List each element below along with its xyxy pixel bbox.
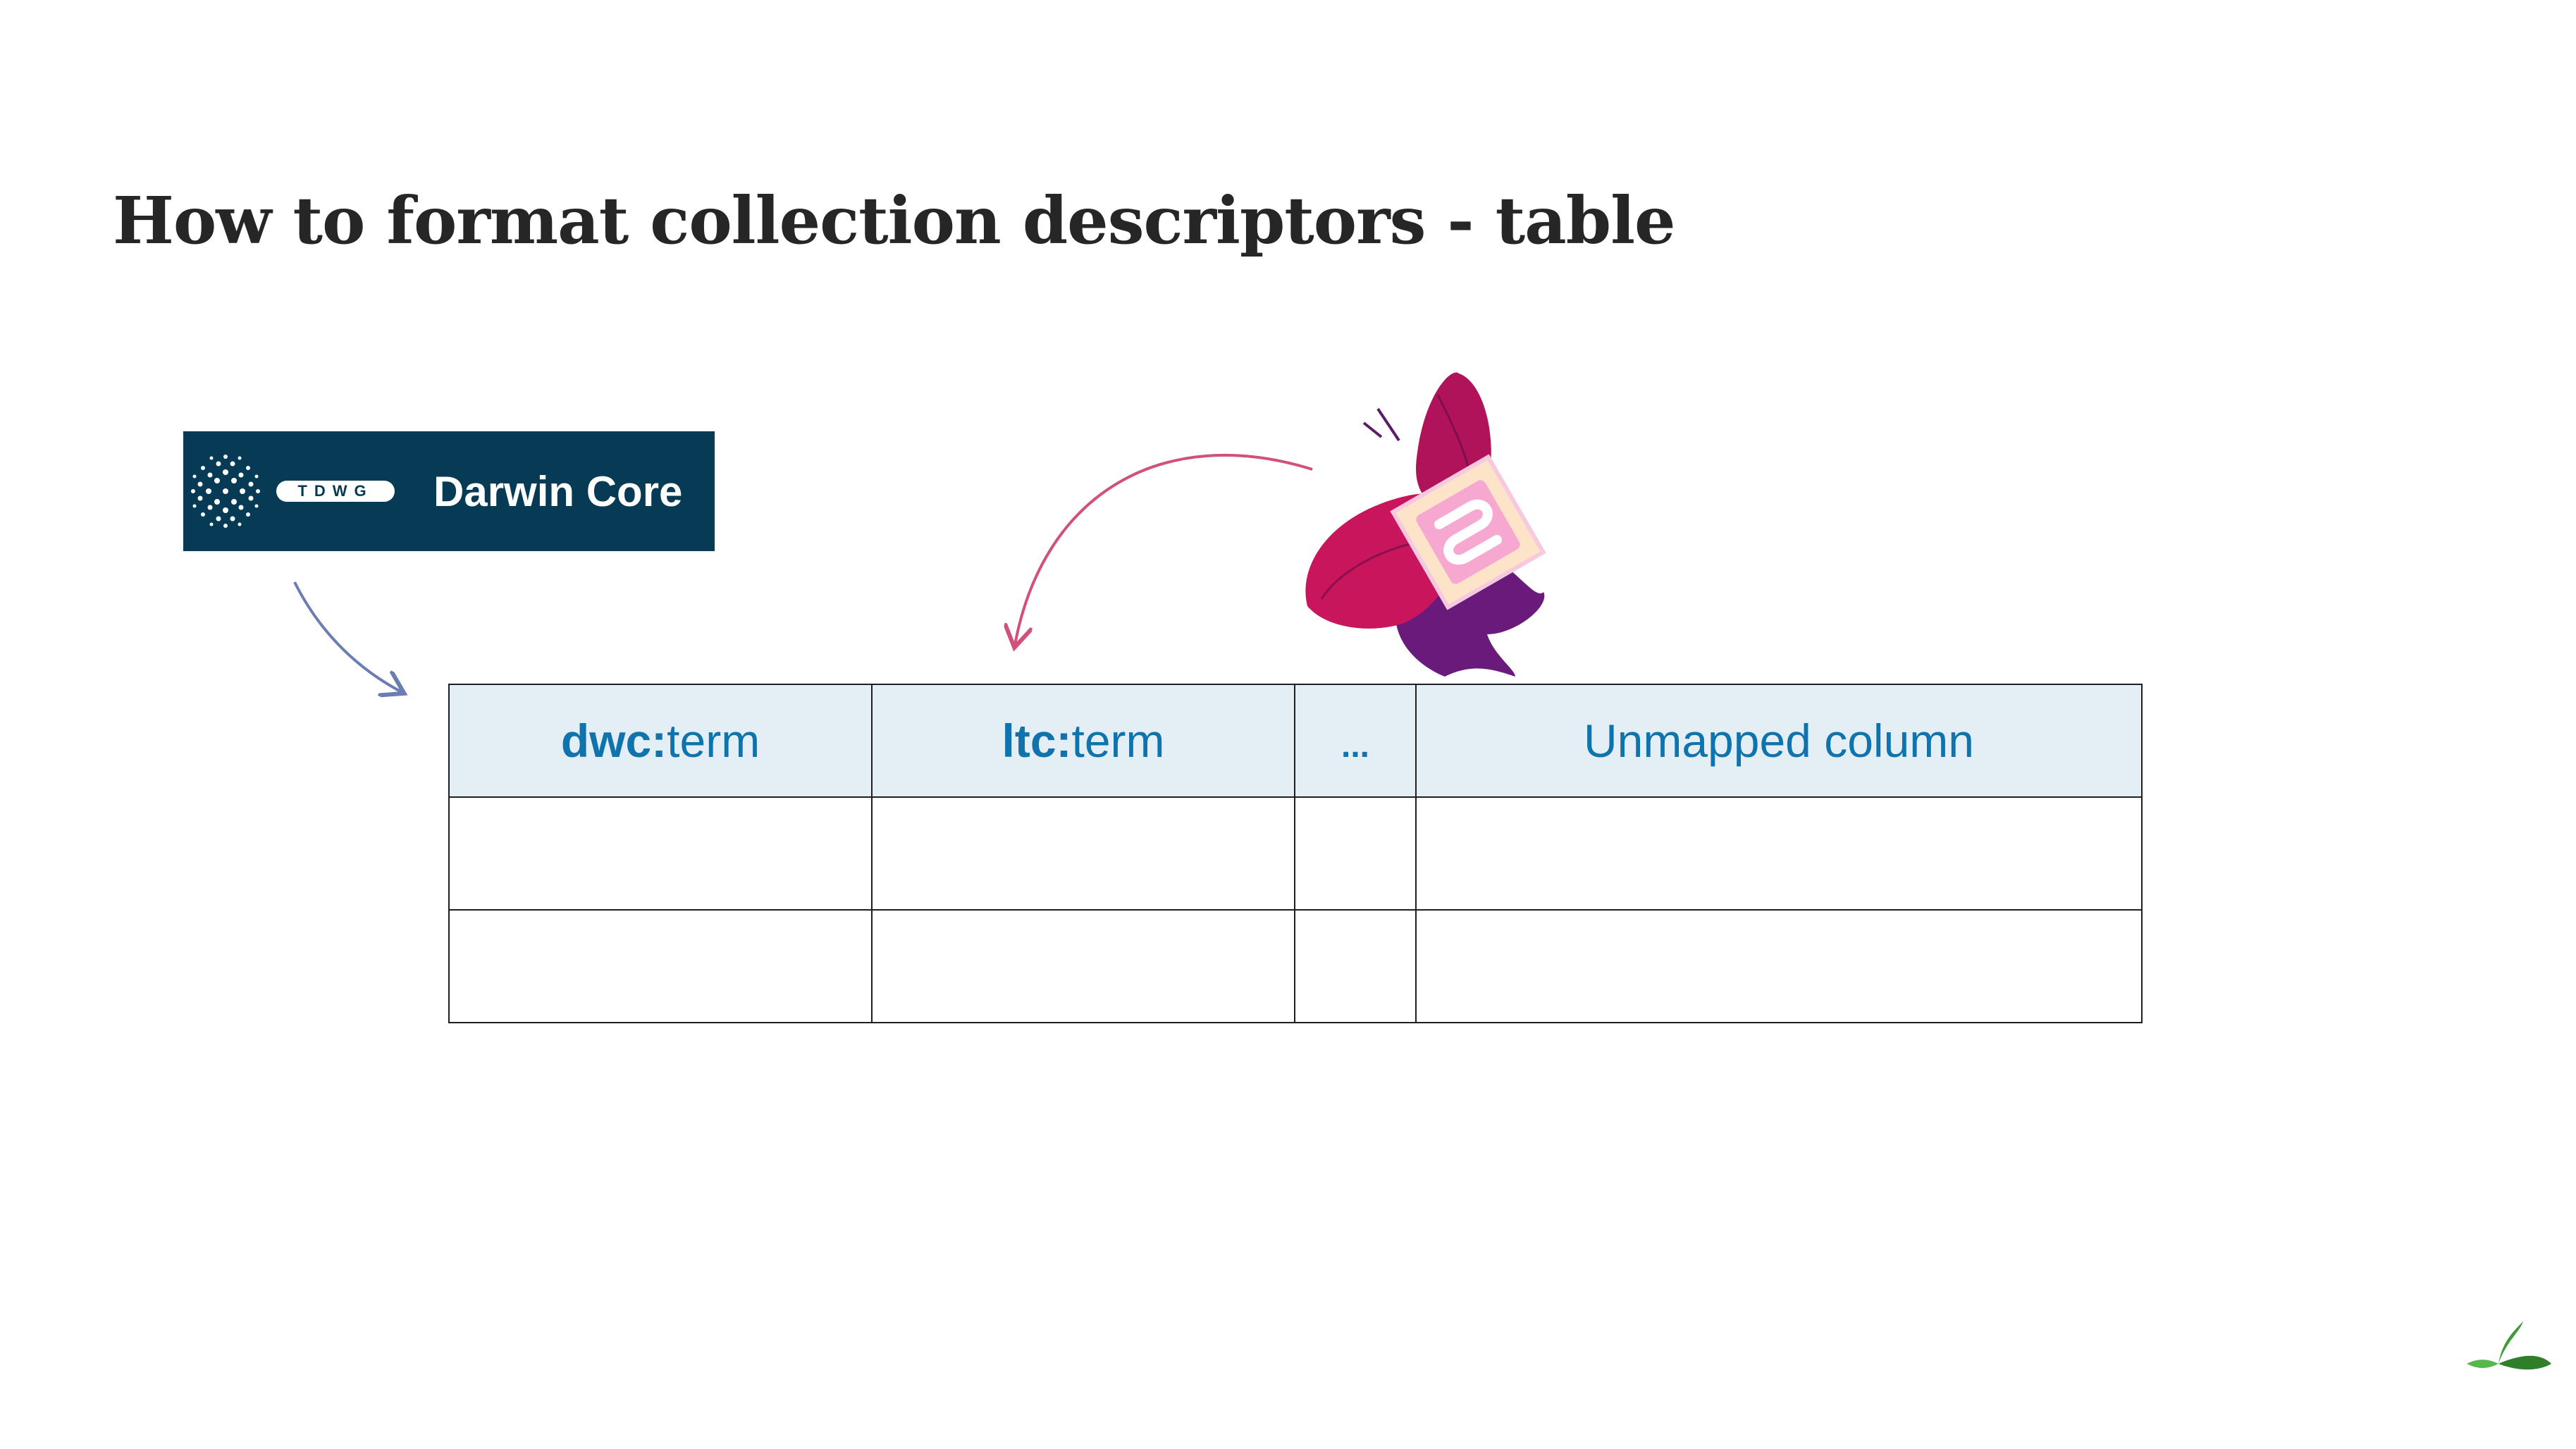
table-cell [1415,909,2143,1023]
table-cell [1294,909,1417,1023]
header-unmapped-column: Unmapped column [1415,684,2143,798]
butterfly-icon [1305,372,1546,677]
header-dwc-term: dwc:term [448,684,873,798]
table-header-row: dwc:term ltc:term ... Unmapped column [448,684,2143,798]
leaf-icon [2467,1321,2551,1370]
header-suffix: ... [1341,727,1369,765]
header-prefix: ltc: [1002,715,1072,767]
table-row [448,796,2143,911]
header-suffix: term [667,715,760,767]
table-cell [871,796,1295,911]
header-ellipsis: ... [1294,684,1417,798]
table-cell [448,796,873,911]
table-cell [1415,796,2143,911]
collection-descriptor-table: dwc:term ltc:term ... Unmapped column [448,684,2143,1023]
header-ltc-term: ltc:term [871,684,1295,798]
dwc-mapping-arrow [293,581,402,692]
header-suffix: term [1071,715,1165,767]
table-cell [871,909,1295,1023]
table-row [448,909,2143,1023]
header-prefix: dwc: [560,715,667,767]
header-suffix: Unmapped column [1584,715,1974,767]
table-cell [448,909,873,1023]
ltc-mapping-arrow [1015,453,1313,645]
table-cell [1294,796,1417,911]
